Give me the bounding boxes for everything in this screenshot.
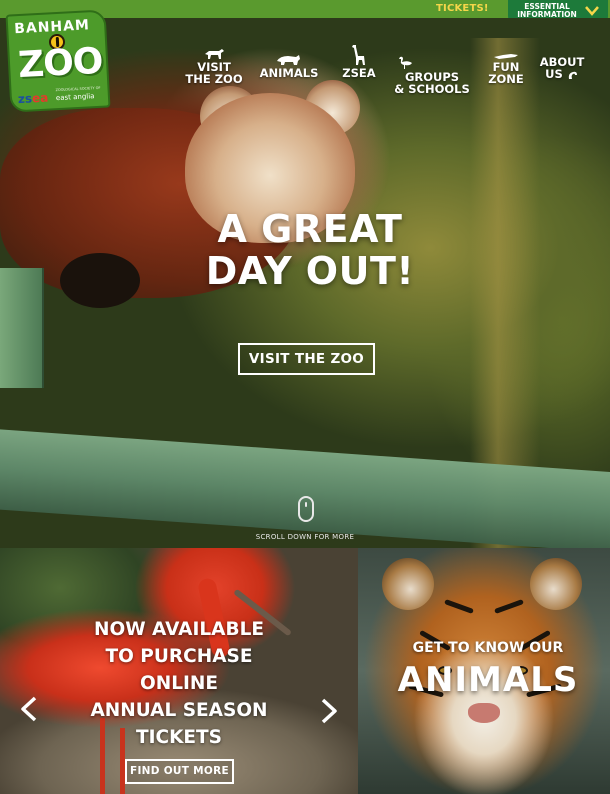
promo-line: TICKETS — [136, 727, 222, 748]
nav-item-about-us[interactable]: ABOUT US — [536, 56, 588, 81]
chevron-down-icon — [585, 6, 599, 16]
nav-label-line: ZSEA — [342, 66, 376, 80]
tiger-stripe — [444, 599, 474, 614]
nav-label-line: US — [536, 68, 588, 81]
rhino-icon — [277, 55, 300, 65]
promo-line: ANNUAL SEASON — [90, 700, 268, 721]
tickets-link[interactable]: TICKETS! — [436, 3, 489, 14]
tiger-nose — [468, 703, 500, 723]
visit-the-zoo-button[interactable]: VISIT THE ZOO — [238, 343, 375, 375]
crocodile-icon — [494, 54, 518, 59]
find-out-more-button[interactable]: FIND OUT MORE — [125, 759, 234, 784]
flamingo-icon — [399, 56, 412, 69]
tiger-stripe — [494, 599, 524, 614]
hero-red-panda-paw — [60, 253, 140, 308]
animals-promo-kicker: GET TO KNOW OUR — [412, 640, 564, 656]
nav-label-line: & SCHOOLS — [394, 82, 470, 96]
nav-label-line: ZONE — [488, 72, 524, 86]
animals-promo-headline: ANIMALS — [397, 660, 579, 700]
nav-item-zsea[interactable]: ZSEA — [336, 44, 382, 79]
scroll-mouse-icon[interactable] — [298, 496, 314, 522]
nav-label-line: ANIMALS — [259, 66, 319, 80]
tiger-ear — [530, 558, 582, 610]
chevron-left-icon[interactable] — [18, 696, 40, 722]
promo-line: TO PURCHASE — [105, 646, 253, 667]
hero-title: A GREAT DAY OUT! — [160, 208, 460, 292]
zebra-icon — [205, 49, 224, 59]
main-navigation: VISIT THE ZOO ANIMALS ZSEA GROUPS & SCHO… — [0, 44, 610, 104]
promo-line: ONLINE — [139, 673, 218, 694]
hero-wooden-post — [0, 268, 44, 388]
season-tickets-headline: NOW AVAILABLE TO PURCHASE ONLINE ANNUAL … — [70, 616, 288, 751]
hero-title-line: A GREAT — [217, 207, 403, 251]
tiger-ear — [382, 558, 434, 610]
nav-item-animals[interactable]: ANIMALS — [258, 54, 320, 79]
nav-item-groups-schools[interactable]: GROUPS & SCHOOLS — [392, 56, 472, 95]
promo-line: NOW AVAILABLE — [93, 619, 264, 640]
essential-information-label: ESSENTIAL INFORMATION — [517, 2, 577, 19]
scroll-down-label: SCROLL DOWN FOR MORE — [255, 533, 355, 541]
season-tickets-promo: NOW AVAILABLE TO PURCHASE ONLINE ANNUAL … — [0, 548, 358, 794]
scorpion-icon — [568, 71, 577, 79]
giraffe-icon — [352, 45, 365, 65]
chevron-right-icon[interactable] — [318, 698, 340, 724]
nav-item-fun-zone[interactable]: FUN ZONE — [484, 52, 528, 85]
hero-title-line: DAY OUT! — [205, 249, 415, 293]
nav-label-line-text: US — [545, 67, 563, 81]
nav-item-visit-the-zoo[interactable]: VISIT THE ZOO — [184, 48, 244, 85]
nav-label-line: THE ZOO — [185, 72, 243, 86]
animals-promo[interactable]: GET TO KNOW OUR ANIMALS — [358, 548, 610, 794]
